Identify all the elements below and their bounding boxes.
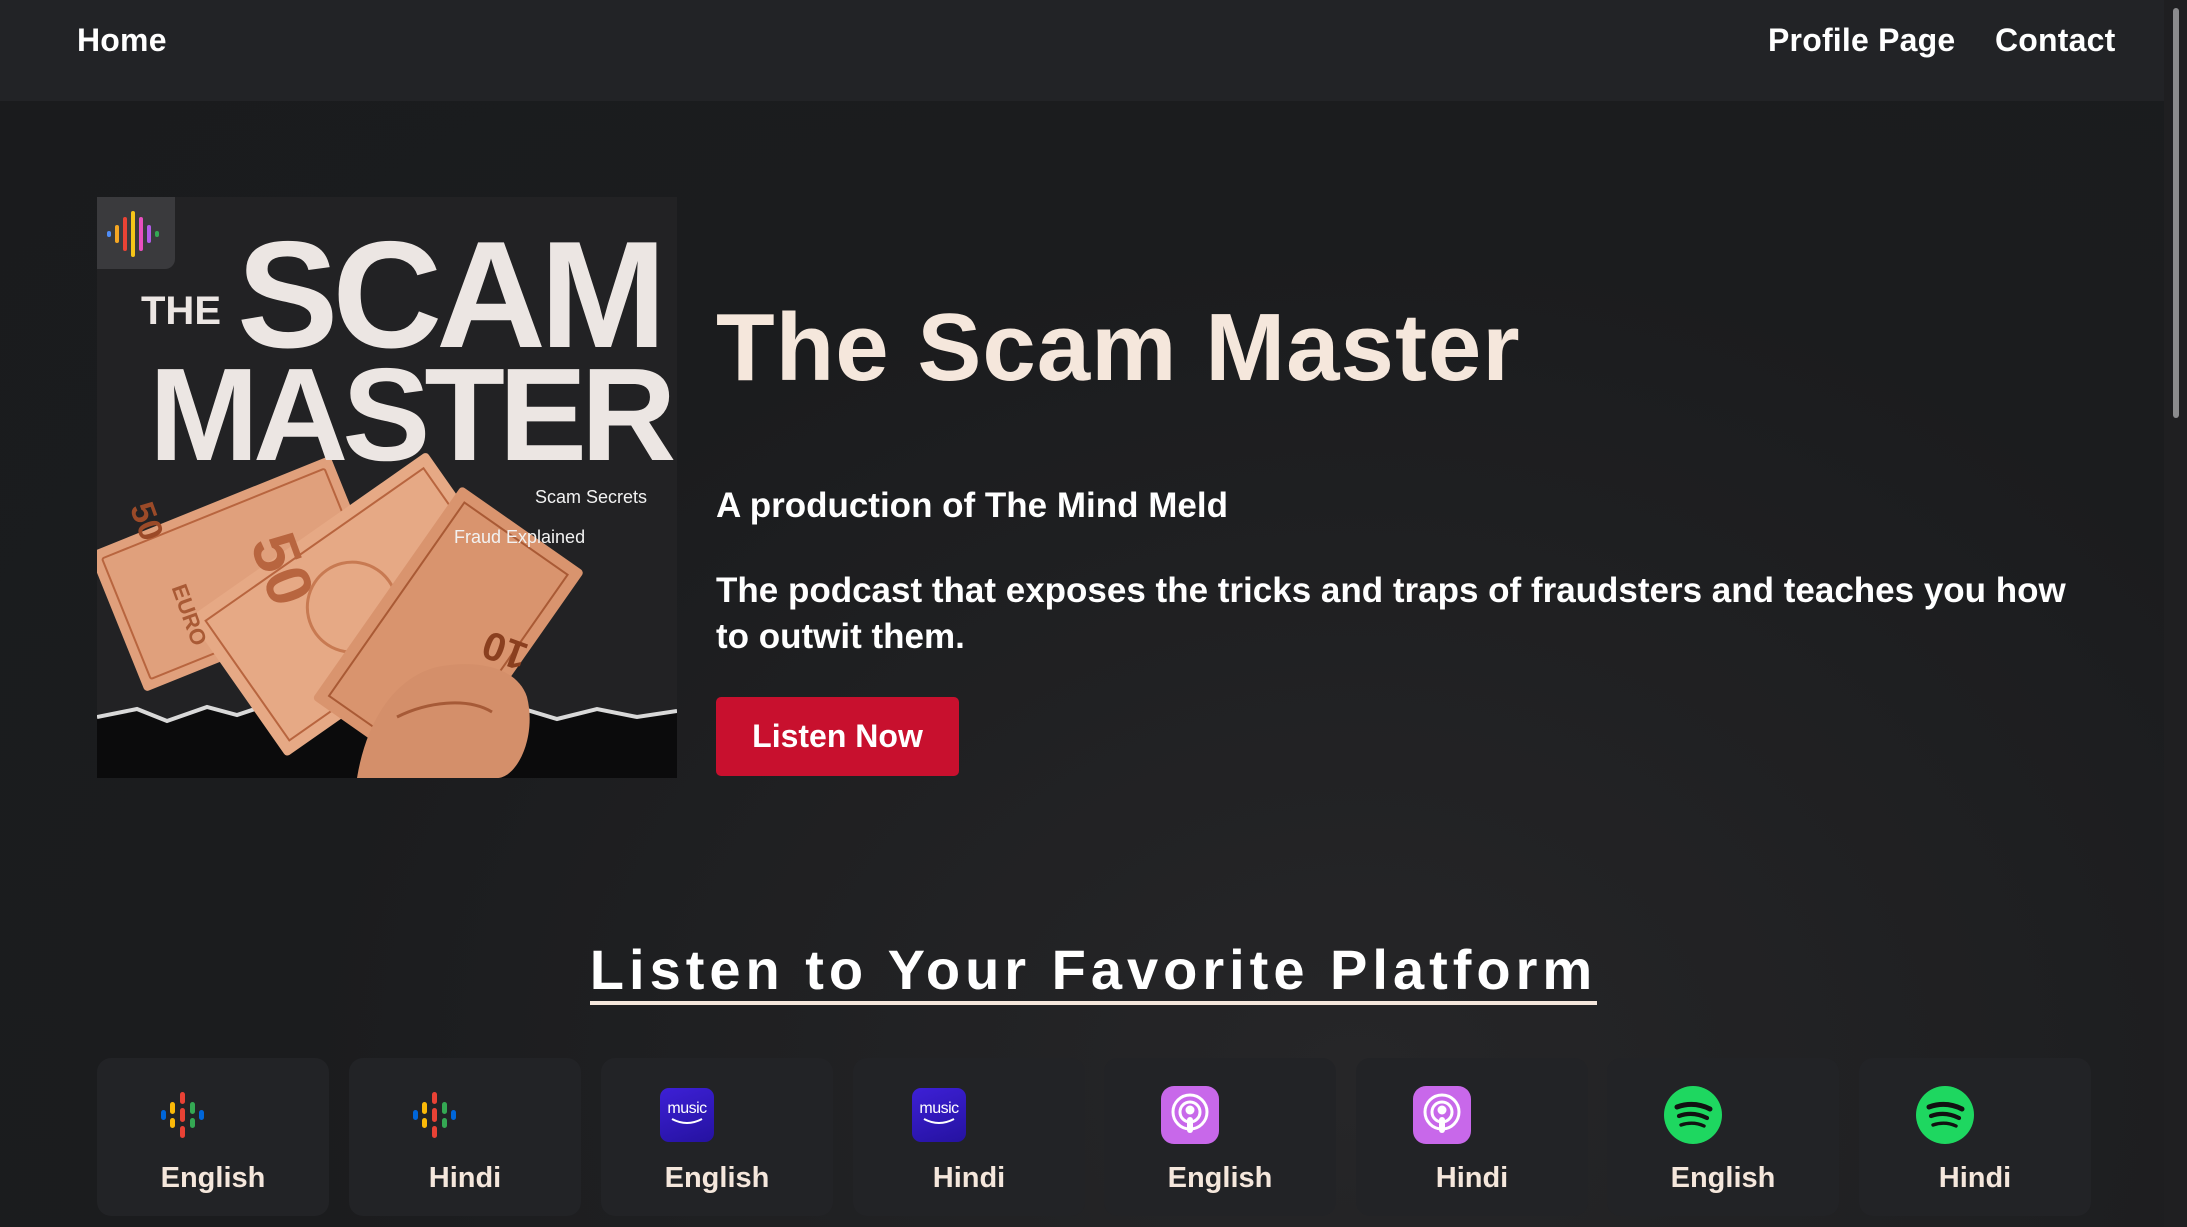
platforms-heading-text: Listen to Your Favorite Platform — [589, 938, 1598, 1005]
waveform-logo-icon — [107, 211, 159, 257]
amazon-music-icon: music — [910, 1086, 968, 1144]
platform-language-label: Hindi — [1938, 1162, 2012, 1194]
platform-language-label: English — [1670, 1162, 1776, 1194]
production-credit: A production of The Mind Meld — [716, 486, 1228, 525]
platform-language-label: English — [664, 1162, 770, 1194]
platform-card-apple-podcasts-hindi[interactable]: Hindi — [1356, 1058, 1588, 1216]
nav-profile-link[interactable]: Profile Page — [1768, 22, 1955, 59]
spotify-icon — [1664, 1086, 1722, 1144]
cover-title-the: THE — [141, 289, 221, 333]
brand-logo-badge — [97, 197, 175, 269]
platform-card-amazon-music-hindi[interactable]: music Hindi — [853, 1058, 1085, 1216]
cover-tagline-scam-secrets: Scam Secrets — [534, 487, 647, 507]
platform-card-spotify-hindi[interactable]: Hindi — [1859, 1058, 2091, 1216]
google-podcasts-icon — [154, 1086, 212, 1144]
platform-language-label: Hindi — [1435, 1162, 1509, 1194]
cover-title-master: MASTER — [149, 341, 676, 488]
google-podcasts-icon — [406, 1086, 464, 1144]
spotify-icon — [1916, 1086, 1974, 1144]
podcast-cover-art: THE SCAM MASTER Scam Secrets Fraud Expla… — [97, 197, 677, 778]
amazon-music-wordmark: music — [919, 1100, 959, 1117]
amazon-music-icon: music — [658, 1086, 716, 1144]
platform-card-amazon-music-english[interactable]: music English — [601, 1058, 833, 1216]
amazon-music-wordmark: music — [667, 1100, 707, 1117]
platform-language-label: Hindi — [428, 1162, 502, 1194]
apple-podcasts-icon — [1413, 1086, 1471, 1144]
platform-card-spotify-english[interactable]: English — [1607, 1058, 1839, 1216]
platform-card-apple-podcasts-english[interactable]: English — [1104, 1058, 1336, 1216]
nav-contact-link[interactable]: Contact — [1995, 22, 2116, 59]
platform-card-google-podcasts-hindi[interactable]: Hindi — [349, 1058, 581, 1216]
cover-tagline-fraud-explained: Fraud Explained — [454, 527, 586, 547]
nav-home-link[interactable]: Home — [77, 22, 167, 59]
podcast-title: The Scam Master — [716, 294, 1521, 401]
platform-language-label: Hindi — [932, 1162, 1006, 1194]
apple-podcasts-icon — [1161, 1086, 1219, 1144]
platforms-heading: Listen to Your Favorite Platform — [0, 937, 2187, 1005]
platform-card-google-podcasts-english[interactable]: English — [97, 1058, 329, 1216]
page-scrollbar[interactable] — [2164, 0, 2187, 1227]
page: Home Profile Page Contact THE SCAM MASTE… — [0, 0, 2187, 1227]
top-navbar: Home Profile Page Contact — [0, 0, 2164, 101]
podcast-description: The podcast that exposes the tricks and … — [716, 571, 2066, 656]
platform-language-label: English — [1167, 1162, 1273, 1194]
scrollbar-thumb[interactable] — [2173, 8, 2179, 418]
platform-language-label: English — [160, 1162, 266, 1194]
listen-now-button[interactable]: Listen Now — [716, 697, 959, 776]
